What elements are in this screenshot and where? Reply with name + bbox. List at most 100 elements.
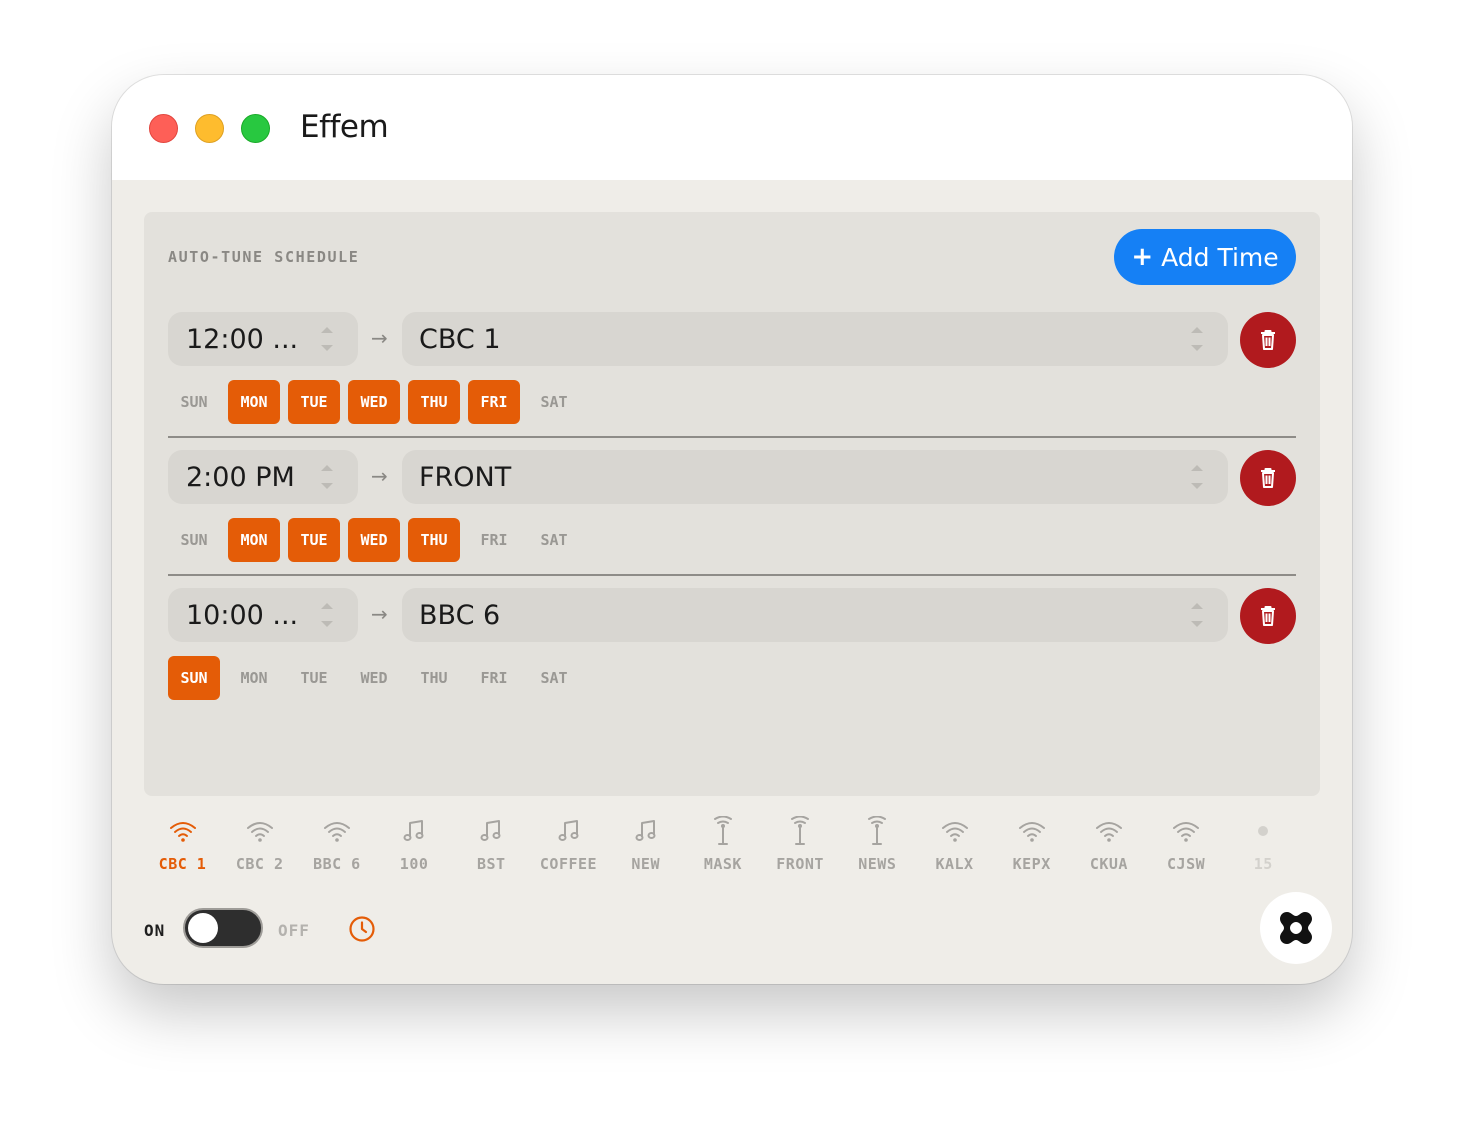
station-preset-label: KALX [935, 855, 974, 873]
day-toggle-mon[interactable]: MON [228, 380, 280, 424]
power-toggle[interactable] [183, 908, 263, 948]
station-select[interactable]: BBC 6 [402, 588, 1228, 642]
trash-icon [1259, 329, 1277, 351]
schedule-section-label: AUTO-TUNE SCHEDULE [168, 248, 360, 266]
station-preset-label: NEW [631, 855, 660, 873]
time-select[interactable]: 2:00 PM [168, 450, 358, 504]
time-select[interactable]: 10:00 ... [168, 588, 358, 642]
time-select[interactable]: 12:00 ... [168, 312, 358, 366]
day-toggle-mon[interactable]: MON [228, 656, 280, 700]
day-toggle-wed[interactable]: WED [348, 380, 400, 424]
add-time-label: Add Time [1161, 242, 1279, 272]
station-preset-label: 100 [399, 855, 429, 873]
trash-icon [1259, 467, 1277, 489]
station-preset-cjsw[interactable]: CJSW [1148, 815, 1225, 881]
station-value: BBC 6 [419, 599, 501, 631]
stepper-chevrons-icon [320, 603, 334, 627]
title-bar: Effem [112, 75, 1352, 180]
music-note-icon [630, 815, 662, 847]
station-preset-label: CBC 2 [235, 855, 284, 873]
station-preset-ckua[interactable]: CKUA [1070, 815, 1147, 881]
day-toggle-tue[interactable]: TUE [288, 518, 340, 562]
day-toggle-thu[interactable]: THU [408, 518, 460, 562]
station-preset-label: CBC 1 [158, 855, 207, 873]
day-toggle-fri[interactable]: FRI [468, 656, 520, 700]
power-off-label: OFF [278, 921, 310, 940]
delete-entry-button[interactable] [1240, 312, 1296, 368]
station-preset-100[interactable]: 100 [376, 815, 453, 881]
day-toggle-wed[interactable]: WED [348, 656, 400, 700]
wifi-icon [321, 815, 353, 847]
day-toggle-mon[interactable]: MON [228, 518, 280, 562]
station-preset-label: COFFEE [539, 855, 598, 873]
station-preset-bbc-6[interactable]: BBC 6 [298, 815, 375, 881]
station-value: FRONT [419, 461, 512, 493]
day-toggle-sat[interactable]: SAT [528, 656, 580, 700]
add-time-button[interactable]: + Add Time [1114, 229, 1296, 285]
maximize-window-button[interactable] [241, 114, 270, 143]
station-select[interactable]: FRONT [402, 450, 1228, 504]
antenna-icon [707, 815, 739, 847]
station-preset-label: CKUA [1089, 855, 1128, 873]
day-toggle-thu[interactable]: THU [408, 656, 460, 700]
minimize-window-button[interactable] [195, 114, 224, 143]
station-preset-kalx[interactable]: KALX [916, 815, 993, 881]
wifi-icon [1093, 815, 1125, 847]
stepper-chevrons-icon [320, 327, 334, 351]
wifi-icon [244, 815, 276, 847]
station-preset-label: MASK [703, 855, 742, 873]
dot-icon [1247, 815, 1279, 847]
day-toggle-sun[interactable]: SUN [168, 380, 220, 424]
station-preset-15[interactable]: 15 [1225, 815, 1302, 881]
day-toggle-wed[interactable]: WED [348, 518, 400, 562]
day-toggle-fri[interactable]: FRI [468, 380, 520, 424]
station-preset-label: BST [477, 855, 506, 873]
day-toggle-sat[interactable]: SAT [528, 380, 580, 424]
plus-icon: + [1131, 242, 1154, 272]
stepper-chevrons-icon [1190, 603, 1204, 627]
schedule-panel: AUTO-TUNE SCHEDULE + Add Time 12:00 ... … [144, 212, 1320, 796]
station-preset-mask[interactable]: MASK [684, 815, 761, 881]
station-select[interactable]: CBC 1 [402, 312, 1228, 366]
station-preset-cbc-2[interactable]: CBC 2 [221, 815, 298, 881]
app-title: Effem [300, 109, 389, 145]
time-value: 10:00 ... [186, 599, 299, 631]
day-selector: SUN MON TUE WED THU FRI SAT [168, 518, 580, 562]
trash-icon [1259, 605, 1277, 627]
station-preset-label: NEWS [858, 855, 897, 873]
day-toggle-tue[interactable]: TUE [288, 656, 340, 700]
station-preset-label: KEPX [1012, 855, 1051, 873]
stepper-chevrons-icon [1190, 327, 1204, 351]
arrow-icon: → [371, 464, 388, 488]
station-preset-label: FRONT [776, 855, 824, 873]
station-preset-new[interactable]: NEW [607, 815, 684, 881]
day-toggle-thu[interactable]: THU [408, 380, 460, 424]
day-selector: SUN MON TUE WED THU FRI SAT [168, 656, 580, 700]
station-preset-coffee[interactable]: COFFEE [530, 815, 607, 881]
time-value: 2:00 PM [186, 461, 295, 493]
station-preset-kepx[interactable]: KEPX [993, 815, 1070, 881]
station-presets-bar: CBC 1 CBC 2 BBC 6 100 BST COFFEE NEW MASK FRONT N… [144, 815, 1320, 881]
music-note-icon [475, 815, 507, 847]
wifi-icon [939, 815, 971, 847]
station-preset-front[interactable]: FRONT [762, 815, 839, 881]
day-toggle-tue[interactable]: TUE [288, 380, 340, 424]
day-toggle-sat[interactable]: SAT [528, 518, 580, 562]
day-toggle-sun[interactable]: SUN [168, 656, 220, 700]
day-toggle-fri[interactable]: FRI [468, 518, 520, 562]
station-preset-bst[interactable]: BST [453, 815, 530, 881]
station-preset-news[interactable]: NEWS [839, 815, 916, 881]
day-toggle-sun[interactable]: SUN [168, 518, 220, 562]
effem-logo-button[interactable] [1260, 892, 1332, 964]
effem-logo-icon [1280, 912, 1312, 944]
arrow-icon: → [371, 326, 388, 350]
station-preset-cbc-1[interactable]: CBC 1 [144, 815, 221, 881]
schedule-entry: 12:00 ... → CBC 1 SUN MON TUE WED THU FRI SAT [168, 312, 1296, 438]
schedule-entry: 2:00 PM → FRONT SUN MON TUE WED THU FRI SAT [168, 450, 1296, 576]
station-preset-label: BBC 6 [313, 855, 361, 873]
delete-entry-button[interactable] [1240, 450, 1296, 506]
close-window-button[interactable] [149, 114, 178, 143]
station-preset-label: 15 [1253, 855, 1273, 873]
delete-entry-button[interactable] [1240, 588, 1296, 644]
clock-icon[interactable] [348, 915, 376, 943]
